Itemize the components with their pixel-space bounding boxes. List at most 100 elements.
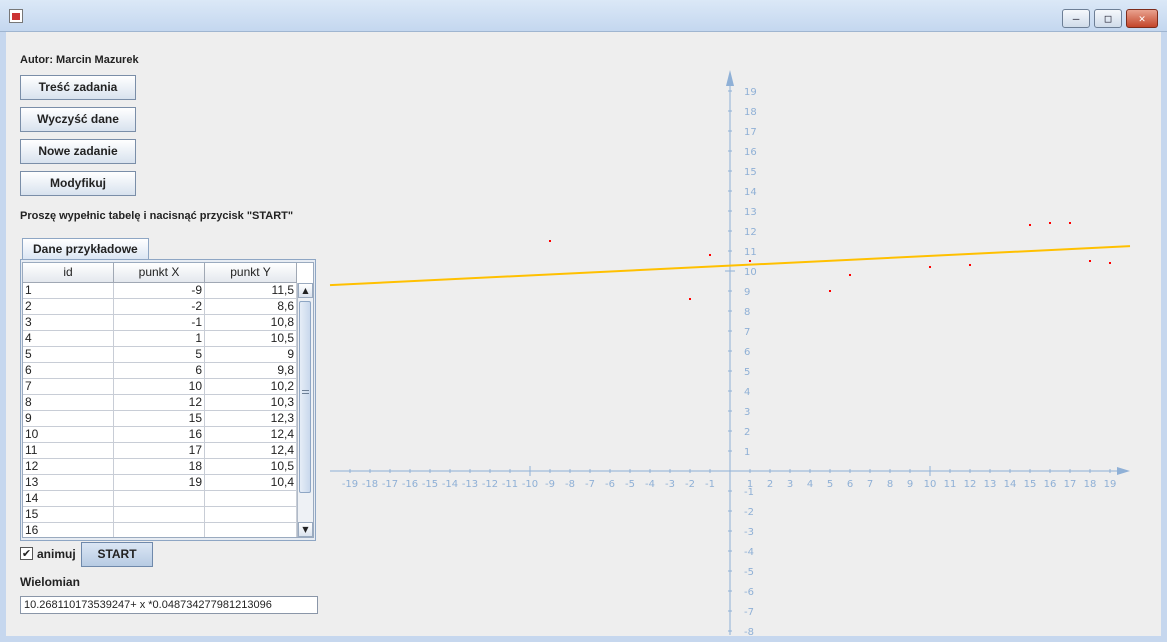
cell-x[interactable]: 5 xyxy=(114,347,205,363)
cell-x[interactable]: 17 xyxy=(114,443,205,459)
cell-x[interactable]: 6 xyxy=(114,363,205,379)
scroll-down-arrow-icon[interactable]: ▼ xyxy=(298,522,313,537)
cell-y[interactable]: 9 xyxy=(205,347,297,363)
animate-label: animuj xyxy=(37,547,76,561)
table-row[interactable]: 12 18 10,5 xyxy=(23,459,297,475)
y-tick-label: 8 xyxy=(744,307,750,318)
x-tick-label: -16 xyxy=(402,479,418,490)
cell-id[interactable]: 4 xyxy=(23,331,114,347)
cell-y[interactable]: 12,4 xyxy=(205,443,297,459)
data-point xyxy=(689,298,691,300)
cell-id[interactable]: 1 xyxy=(23,283,114,299)
x-tick-label: 8 xyxy=(887,479,893,490)
cell-x[interactable] xyxy=(114,491,205,507)
x-tick-label: 10 xyxy=(924,479,937,490)
y-tick-label: -5 xyxy=(744,567,754,578)
scroll-up-arrow-icon[interactable]: ▲ xyxy=(298,283,313,298)
table-row[interactable]: 8 12 10,3 xyxy=(23,395,297,411)
table-row[interactable]: 14 xyxy=(23,491,297,507)
data-point xyxy=(549,240,551,242)
cell-id[interactable]: 3 xyxy=(23,315,114,331)
cell-x[interactable]: 16 xyxy=(114,427,205,443)
close-button[interactable]: ✕ xyxy=(1126,9,1158,28)
cell-y[interactable] xyxy=(205,507,297,523)
cell-y[interactable] xyxy=(205,523,297,537)
cell-x[interactable]: 12 xyxy=(114,395,205,411)
table-row[interactable]: 6 6 9,8 xyxy=(23,363,297,379)
cell-x[interactable]: 1 xyxy=(114,331,205,347)
cell-y[interactable]: 9,8 xyxy=(205,363,297,379)
cell-x[interactable]: 19 xyxy=(114,475,205,491)
x-tick-label: -15 xyxy=(422,479,438,490)
x-tick-label: 16 xyxy=(1044,479,1057,490)
cell-y[interactable]: 8,6 xyxy=(205,299,297,315)
cell-id[interactable]: 10 xyxy=(23,427,114,443)
cell-y[interactable]: 10,4 xyxy=(205,475,297,491)
y-tick-label: 19 xyxy=(744,87,757,98)
data-point xyxy=(1109,262,1111,264)
table-row[interactable]: 559 xyxy=(23,347,297,363)
table-row[interactable]: 10 16 12,4 xyxy=(23,427,297,443)
cell-x[interactable] xyxy=(114,507,205,523)
cell-id[interactable]: 14 xyxy=(23,491,114,507)
cell-x[interactable] xyxy=(114,523,205,537)
new-task-button[interactable]: Nowe zadanie xyxy=(20,139,136,164)
cell-id[interactable]: 7 xyxy=(23,379,114,395)
cell-id[interactable]: 13 xyxy=(23,475,114,491)
task-content-button[interactable]: Treść zadania xyxy=(20,75,136,100)
cell-y[interactable]: 10,3 xyxy=(205,395,297,411)
cell-y[interactable]: 12,3 xyxy=(205,411,297,427)
scrollbar-thumb[interactable] xyxy=(299,301,311,493)
table-row[interactable]: 16 xyxy=(23,523,297,537)
cell-id[interactable]: 2 xyxy=(23,299,114,315)
cell-x[interactable]: -2 xyxy=(114,299,205,315)
cell-id[interactable]: 15 xyxy=(23,507,114,523)
cell-y[interactable]: 10,5 xyxy=(205,459,297,475)
x-tick-label: -4 xyxy=(645,479,655,490)
cell-x[interactable]: 15 xyxy=(114,411,205,427)
minimize-button[interactable]: – xyxy=(1062,9,1090,28)
table-row[interactable]: 7 10 10,2 xyxy=(23,379,297,395)
polynomial-field[interactable]: 10.268110173539247+ x *0.048734277981213… xyxy=(20,596,318,614)
table-row[interactable]: 3 -1 10,8 xyxy=(23,315,297,331)
table-row[interactable]: 9 15 12,3 xyxy=(23,411,297,427)
cell-y[interactable]: 10,8 xyxy=(205,315,297,331)
animate-checkbox[interactable]: ✔ xyxy=(20,547,33,560)
window-frame-left xyxy=(0,32,6,642)
cell-id[interactable]: 12 xyxy=(23,459,114,475)
maximize-button[interactable]: □ xyxy=(1094,9,1122,28)
tab-sample-data[interactable]: Dane przykładowe xyxy=(22,238,149,259)
clear-data-button[interactable]: Wyczyść dane xyxy=(20,107,136,132)
cell-y[interactable]: 10,5 xyxy=(205,331,297,347)
cell-x[interactable]: 10 xyxy=(114,379,205,395)
modify-button[interactable]: Modyfikuj xyxy=(20,171,136,196)
cell-id[interactable]: 5 xyxy=(23,347,114,363)
cell-y[interactable] xyxy=(205,491,297,507)
cell-y[interactable]: 12,4 xyxy=(205,427,297,443)
table-row[interactable]: 2 -2 8,6 xyxy=(23,299,297,315)
cell-y[interactable]: 10,2 xyxy=(205,379,297,395)
table-row[interactable]: 11 17 12,4 xyxy=(23,443,297,459)
table-scrollbar[interactable]: ▲ ▼ xyxy=(297,283,313,537)
column-header-x[interactable]: punkt X xyxy=(114,263,205,283)
cell-id[interactable]: 8 xyxy=(23,395,114,411)
x-tick-label: -13 xyxy=(462,479,478,490)
column-header-id[interactable]: id xyxy=(23,263,114,283)
table-row[interactable]: 13 19 10,4 xyxy=(23,475,297,491)
cell-x[interactable]: -9 xyxy=(114,283,205,299)
start-button[interactable]: START xyxy=(81,542,153,567)
table-row[interactable]: 15 xyxy=(23,507,297,523)
cell-y[interactable]: 11,5 xyxy=(205,283,297,299)
cell-id[interactable]: 11 xyxy=(23,443,114,459)
cell-x[interactable]: 18 xyxy=(114,459,205,475)
author-label: Autor: Marcin Mazurek xyxy=(20,54,139,66)
table-row[interactable]: 1 -9 11,5 xyxy=(23,283,297,299)
cell-id[interactable]: 9 xyxy=(23,411,114,427)
java-app-icon[interactable] xyxy=(9,9,23,23)
y-tick-label: 7 xyxy=(744,327,750,338)
cell-id[interactable]: 6 xyxy=(23,363,114,379)
column-header-y[interactable]: punkt Y xyxy=(205,263,297,283)
cell-x[interactable]: -1 xyxy=(114,315,205,331)
cell-id[interactable]: 16 xyxy=(23,523,114,537)
table-row[interactable]: 4 1 10,5 xyxy=(23,331,297,347)
